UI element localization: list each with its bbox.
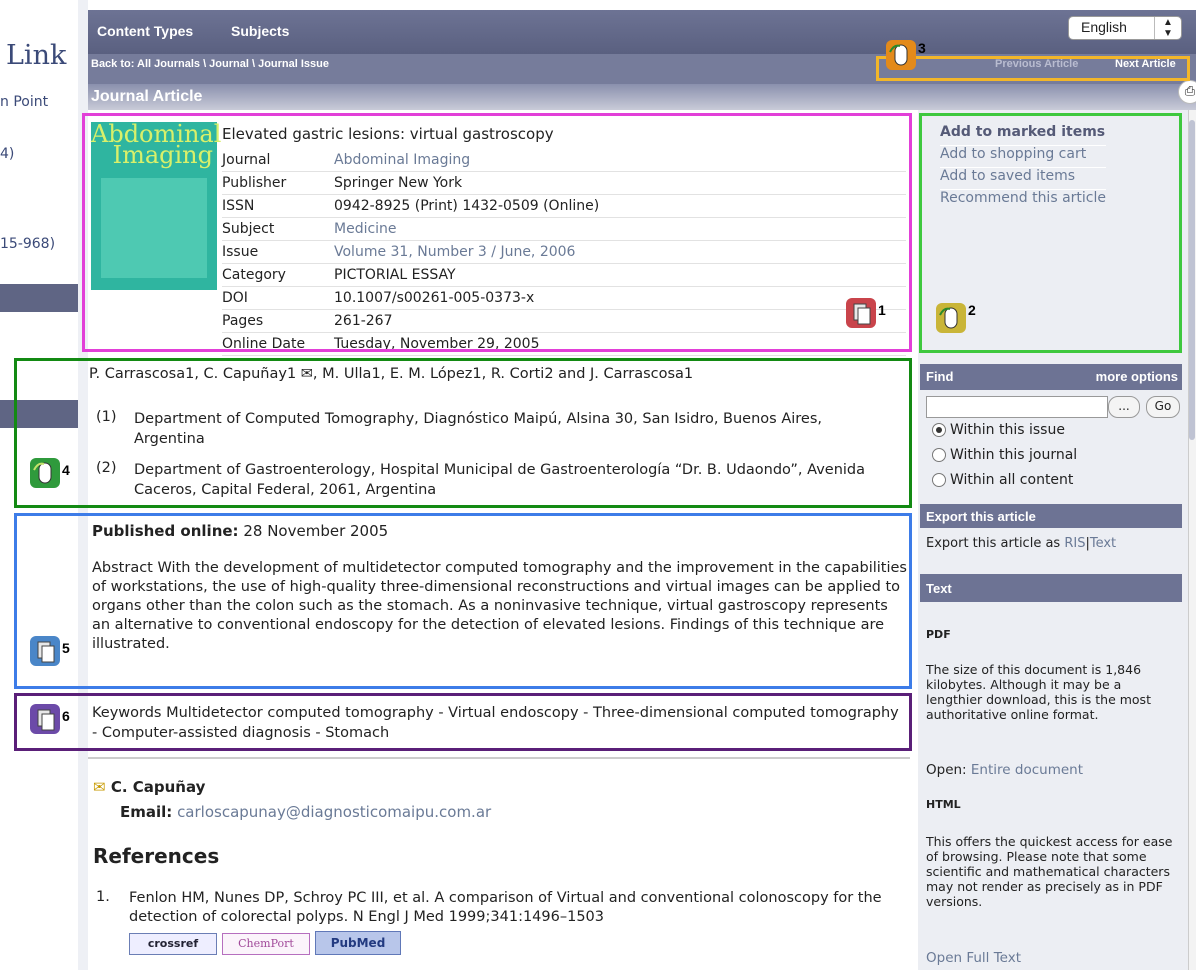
- mouse-click-icon[interactable]: [886, 40, 916, 70]
- ref-1-num: 1.: [96, 889, 110, 905]
- top-nav: Content Types Subjects: [88, 10, 1196, 54]
- email-line: Email: carloscapunay@diagnosticomaipu.co…: [120, 803, 491, 821]
- language-select[interactable]: English ▲ ▼: [1068, 16, 1182, 40]
- language-value: English: [1081, 19, 1127, 35]
- chemport-button[interactable]: ChemPort: [222, 933, 310, 955]
- find-input[interactable]: [926, 396, 1108, 418]
- scope-issue[interactable]: Within this issue: [932, 422, 1065, 438]
- marker-label-4: 4: [62, 462, 70, 478]
- export-header: Export this article: [920, 504, 1182, 528]
- highlight-box-3: [876, 56, 1190, 81]
- print-icon[interactable]: ⎙: [1178, 80, 1196, 104]
- document-icon[interactable]: [846, 298, 876, 328]
- export-heading: Export this article: [926, 509, 1036, 524]
- marker-label-3: 3: [918, 40, 926, 56]
- pubmed-button[interactable]: PubMed: [315, 931, 401, 955]
- left-item[interactable]: 15-968): [0, 236, 55, 252]
- title-bar: Journal Article ⎙: [88, 80, 1196, 110]
- find-options-button[interactable]: ...: [1108, 396, 1140, 418]
- export-text: Export this article as: [926, 536, 1061, 551]
- export-text-link[interactable]: Text: [1090, 536, 1116, 551]
- left-item[interactable]: 4): [0, 146, 14, 162]
- mouse-click-icon[interactable]: [936, 303, 966, 333]
- find-header: Find more options: [920, 364, 1182, 390]
- breadcrumb[interactable]: Back to: All Journals \ Journal \ Journa…: [91, 58, 329, 70]
- highlight-box-4: [14, 358, 912, 508]
- marker-label-2: 2: [968, 302, 976, 318]
- email-label: Email:: [120, 803, 173, 821]
- pdf-label: PDF: [926, 628, 951, 641]
- document-icon[interactable]: [30, 704, 60, 734]
- references-heading: References: [93, 844, 220, 868]
- section-divider: [88, 757, 910, 759]
- highlight-box-5: [14, 513, 912, 689]
- reference-1: Fenlon HM, Nunes DP, Schroy PC III, et a…: [129, 890, 882, 925]
- left-item[interactable]: n Point: [0, 94, 48, 110]
- crossref-button[interactable]: crossref: [129, 933, 217, 955]
- select-arrows-icon: ▲ ▼: [1154, 17, 1181, 39]
- scrollbar[interactable]: [1188, 110, 1196, 970]
- scope-label: Within this issue: [950, 422, 1065, 438]
- email-link[interactable]: carloscapunay@diagnosticomaipu.com.ar: [177, 803, 491, 821]
- radio-unselected[interactable]: [932, 448, 946, 462]
- highlight-box-6: [14, 693, 912, 751]
- pdf-description: The size of this document is 1,846 kilob…: [926, 662, 1151, 722]
- nav-content-types[interactable]: Content Types: [97, 23, 193, 39]
- nav-subjects[interactable]: Subjects: [231, 23, 289, 39]
- left-bar: [0, 284, 86, 312]
- marker-label-1: 1: [878, 302, 886, 318]
- scope-label: Within all content: [950, 472, 1074, 488]
- contact-line: ✉ C. Capuñay: [93, 778, 205, 796]
- highlight-box-1: [82, 113, 912, 352]
- document-icon[interactable]: [30, 636, 60, 666]
- open-entire-document-link[interactable]: Entire document: [971, 762, 1083, 778]
- page-title: Journal Article: [91, 88, 203, 105]
- open-label: Open:: [926, 762, 967, 778]
- radio-unselected[interactable]: [932, 473, 946, 487]
- scrollbar-thumb[interactable]: [1189, 120, 1195, 440]
- envelope-icon[interactable]: ✉: [93, 778, 106, 796]
- open-full-text-link[interactable]: Open Full Text: [926, 950, 1021, 966]
- go-button[interactable]: Go: [1146, 396, 1180, 418]
- html-description: This offers the quickest access for ease…: [926, 834, 1173, 909]
- scope-label: Within this journal: [950, 447, 1078, 463]
- find-label: Find: [926, 369, 954, 384]
- export-line: Export this article as RIS|Text: [926, 536, 1116, 551]
- scope-all[interactable]: Within all content: [932, 472, 1073, 488]
- mouse-click-icon[interactable]: [30, 458, 60, 488]
- contact-name: C. Capuñay: [110, 778, 206, 796]
- more-options-link[interactable]: more options: [1096, 369, 1178, 384]
- marker-label-6: 6: [62, 708, 70, 724]
- html-label: HTML: [926, 798, 961, 811]
- text-heading: Text: [926, 581, 952, 596]
- export-ris-link[interactable]: RIS: [1064, 536, 1085, 551]
- text-header: Text: [920, 574, 1182, 602]
- site-logo[interactable]: Link: [6, 40, 66, 71]
- open-line: Open: Entire document: [926, 762, 1083, 778]
- radio-selected[interactable]: [932, 423, 946, 437]
- marker-label-5: 5: [62, 640, 70, 656]
- scope-journal[interactable]: Within this journal: [932, 447, 1077, 463]
